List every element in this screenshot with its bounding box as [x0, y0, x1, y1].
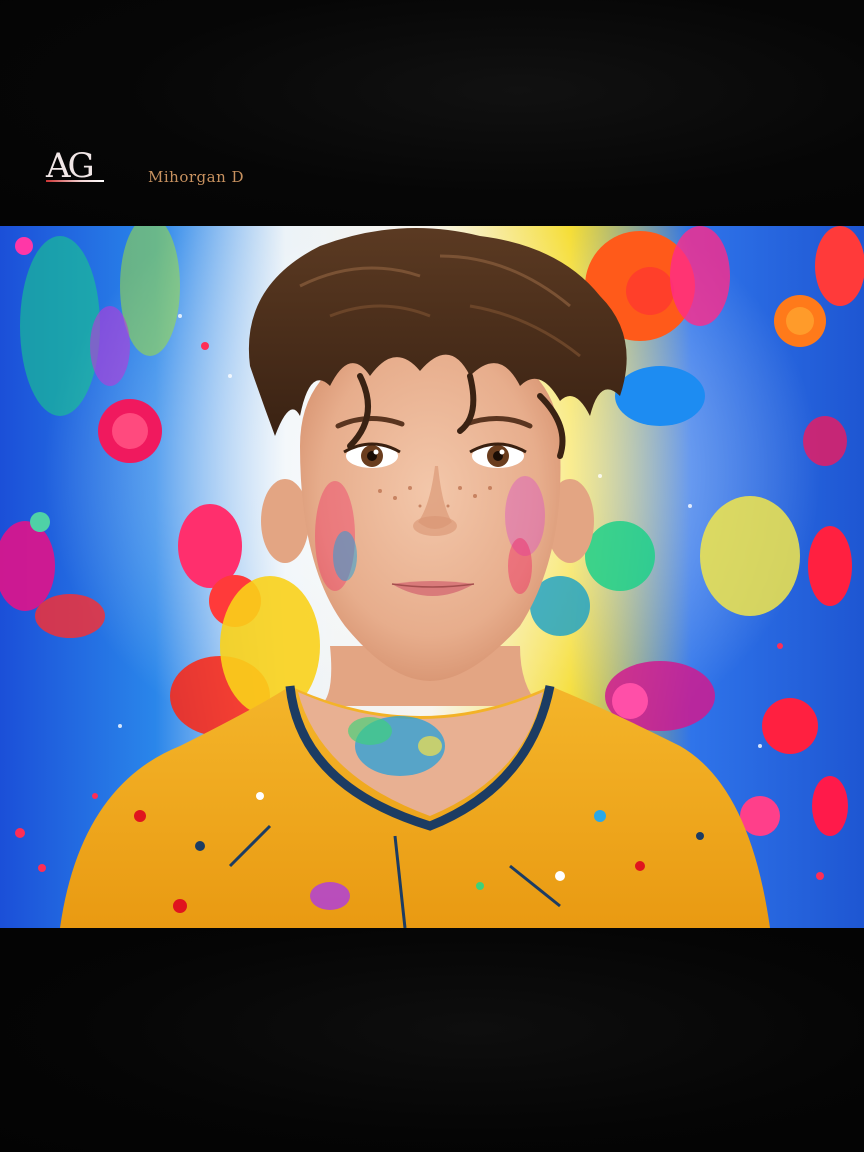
top-black-band — [0, 0, 864, 226]
brand-logo-underline — [46, 180, 104, 182]
portrait-illustration — [0, 226, 864, 928]
artist-signature: Mihorgan D — [148, 168, 245, 186]
bottom-black-band — [0, 928, 864, 1152]
portrait-photo — [0, 226, 864, 928]
